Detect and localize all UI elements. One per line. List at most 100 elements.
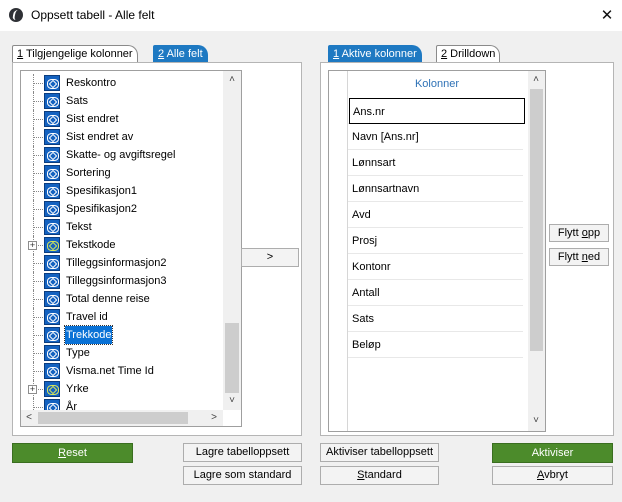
field-icon <box>44 255 60 271</box>
tree-horizontal-scrollbar[interactable]: < > <box>21 410 223 426</box>
column-name-cell[interactable]: Lønnsartnavn <box>349 176 419 202</box>
tree-item-label: Spesifikasjon2 <box>66 203 137 215</box>
reset-button[interactable]: Reset <box>12 443 133 463</box>
tree-item[interactable]: Type <box>21 344 226 362</box>
tree-scroll-thumb[interactable] <box>225 323 239 393</box>
column-name-cell[interactable]: Lønnsart <box>349 150 395 176</box>
tree-item[interactable]: Total denne reise <box>21 290 226 308</box>
field-icon <box>44 273 60 289</box>
tab-active-columns[interactable]: 1 Aktive kolonner <box>328 45 422 63</box>
tab-available-columns[interactable]: 1 Tilgjengelige kolonner <box>12 45 138 63</box>
table-row[interactable]: Avd <box>329 202 523 228</box>
tab-all-fields[interactable]: 2 Alle felt <box>153 45 208 63</box>
column-name-cell[interactable]: Sats <box>349 306 374 332</box>
move-up-button[interactable]: Flytt opp <box>549 224 609 242</box>
tree-connector <box>33 353 43 354</box>
row-selector[interactable] <box>329 124 348 150</box>
table-row[interactable]: Lønnsartnavn <box>329 176 523 202</box>
tree-connector <box>33 371 43 372</box>
scroll-up-icon[interactable]: ˄ <box>224 72 240 88</box>
add-column-button[interactable]: > <box>241 248 299 267</box>
tree-vertical-scrollbar[interactable]: ˄ ˅ <box>223 71 241 410</box>
column-name-cell[interactable]: Kontonr <box>349 254 391 280</box>
row-selector[interactable] <box>329 254 348 280</box>
column-name-cell[interactable]: Prosj <box>349 228 377 254</box>
table-row[interactable]: Ans.nr <box>329 98 525 124</box>
cancel-button[interactable]: Avbryt <box>492 466 613 485</box>
activate-button[interactable]: Aktiviser <box>492 443 613 463</box>
scroll-left-icon[interactable]: < <box>21 410 37 426</box>
column-name-cell[interactable]: Avd <box>349 202 371 228</box>
tree-item[interactable]: Skatte- og avgiftsregel <box>21 146 226 164</box>
tree-connector <box>33 317 43 318</box>
expand-icon[interactable]: + <box>28 241 37 250</box>
tree-item[interactable]: Tekst <box>21 218 226 236</box>
tree-item-label: Reskontro <box>66 77 117 89</box>
tab-drilldown[interactable]: 2 Drilldown <box>436 45 501 63</box>
close-icon[interactable]: ✕ <box>592 0 622 31</box>
tree-connector <box>33 299 43 300</box>
title-bar: Oppsett tabell - Alle felt ✕ <box>0 0 622 31</box>
table-row[interactable]: Navn [Ans.nr] <box>329 124 523 150</box>
column-name-cell[interactable]: Ans.nr <box>349 98 525 124</box>
tree-item[interactable]: Reskontro <box>21 74 226 92</box>
table-row[interactable]: Antall <box>329 280 523 306</box>
field-icon <box>44 327 60 343</box>
column-name-cell[interactable]: Navn [Ans.nr] <box>349 124 419 150</box>
tree-item[interactable]: Sortering <box>21 164 226 182</box>
scroll-down-icon[interactable]: ˅ <box>224 393 240 409</box>
tree-item-label: Tilleggsinformasjon3 <box>66 275 167 287</box>
tree-item[interactable]: Sats <box>21 92 226 110</box>
row-selector[interactable] <box>329 150 348 176</box>
tree-item[interactable]: Spesifikasjon1 <box>21 182 226 200</box>
all-fields-panel: Reskontro Sats Sist endret Sist endret av Sk… <box>12 62 302 436</box>
table-row[interactable]: Kontonr <box>329 254 523 280</box>
field-group-icon <box>44 237 60 253</box>
row-selector[interactable] <box>329 176 348 202</box>
field-icon <box>44 165 60 181</box>
column-name-cell[interactable]: Beløp <box>349 332 381 358</box>
save-table-setup-button[interactable]: Lagre tabelloppsett <box>183 443 302 462</box>
active-columns-panel: Kolonner Ans.nr Navn [Ans.nr] Lønnsart Lønn… <box>320 62 614 436</box>
tree-item[interactable]: Travel id <box>21 308 226 326</box>
tree-item[interactable]: + Yrke <box>21 380 226 398</box>
tree-item[interactable]: Trekkode <box>21 325 226 345</box>
grid-row-selector-empty <box>329 358 348 431</box>
save-as-default-button[interactable]: Lagre som standard <box>183 466 302 485</box>
tree-connector <box>33 263 43 264</box>
table-row[interactable]: Prosj <box>329 228 523 254</box>
columns-vertical-scrollbar[interactable]: ˄ ˅ <box>528 71 545 431</box>
tree-item[interactable]: Tilleggsinformasjon2 <box>21 254 226 272</box>
row-selector[interactable] <box>329 98 348 124</box>
row-selector[interactable] <box>329 306 348 332</box>
table-row[interactable]: Lønnsart <box>329 150 523 176</box>
tree-item[interactable]: Visma.net Time Id <box>21 362 226 380</box>
scroll-right-icon[interactable]: > <box>206 410 222 426</box>
move-down-button[interactable]: Flytt ned <box>549 248 609 266</box>
tree-item-label: Spesifikasjon1 <box>66 185 137 197</box>
table-row[interactable]: Beløp <box>329 332 523 358</box>
row-selector[interactable] <box>329 280 348 306</box>
activate-table-setup-button[interactable]: Aktiviser tabelloppsett <box>320 443 439 462</box>
tree-connector <box>33 119 43 120</box>
tree-item[interactable]: + Tekstkode <box>21 236 226 254</box>
table-row[interactable]: Sats <box>329 306 523 332</box>
row-selector[interactable] <box>329 228 348 254</box>
expand-icon[interactable]: + <box>28 385 37 394</box>
columns-scroll-up-icon[interactable]: ˄ <box>528 72 544 88</box>
tree-hscroll-thumb[interactable] <box>38 412 188 424</box>
tree-item[interactable]: Sist endret av <box>21 128 226 146</box>
tree-item-label: Total denne reise <box>66 293 150 305</box>
columns-scroll-thumb[interactable] <box>530 89 543 351</box>
field-group-icon <box>44 381 60 397</box>
tree-item[interactable]: Sist endret <box>21 110 226 128</box>
field-icon <box>44 183 60 199</box>
tree-item[interactable]: Tilleggsinformasjon3 <box>21 272 226 290</box>
window-title: Oppsett tabell - Alle felt <box>31 8 155 22</box>
standard-button[interactable]: Standard <box>320 466 439 485</box>
tree-item[interactable]: Spesifikasjon2 <box>21 200 226 218</box>
row-selector[interactable] <box>329 202 348 228</box>
row-selector[interactable] <box>329 332 348 358</box>
column-name-cell[interactable]: Antall <box>349 280 380 306</box>
columns-scroll-down-icon[interactable]: ˅ <box>528 413 544 429</box>
